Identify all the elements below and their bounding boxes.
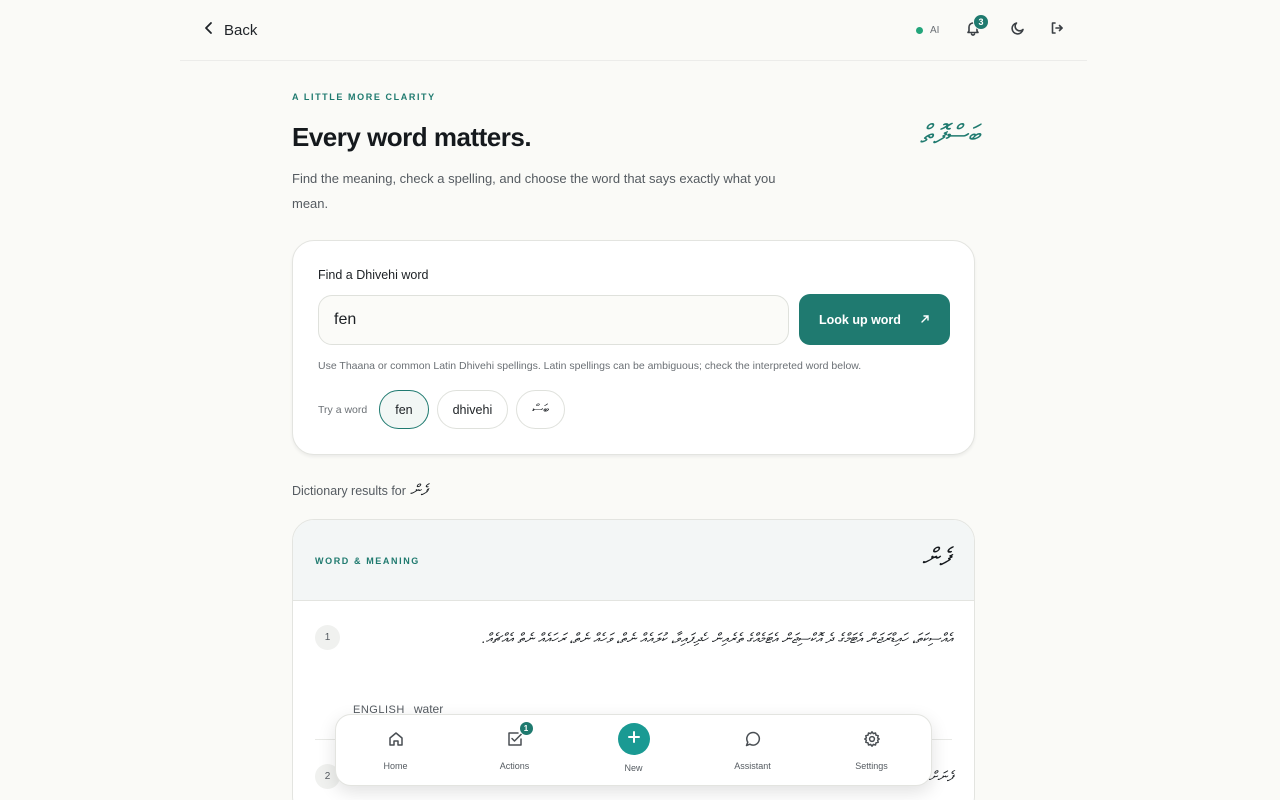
nav-actions-label: Actions	[499, 760, 530, 771]
try-word-label: Try a word	[318, 403, 368, 416]
ai-label: AI	[930, 24, 940, 36]
chevron-left-icon	[202, 21, 216, 39]
suggestion-chip-thaana[interactable]: ބަސް	[516, 390, 566, 429]
chat-bubble-icon	[744, 730, 762, 753]
hero-subtitle: Find the meaning, check a spelling, and …	[292, 171, 776, 211]
hero-thaana-title: ބަސްފޮތް	[920, 120, 980, 150]
nav-assistant[interactable]: Assistant	[713, 730, 793, 771]
nav-home-label: Home	[383, 760, 408, 771]
results-prefix: Dictionary results for	[292, 483, 406, 498]
nav-settings[interactable]: Settings	[832, 730, 912, 771]
logout-button[interactable]	[1045, 18, 1069, 42]
ai-status-dot	[916, 26, 923, 34]
nav-assistant-label: Assistant	[734, 760, 771, 771]
sense-definition: އެއްސިކަތަ، ހައިޑްރަޖަން އެޓަމްގެ ދެ އޮކ…	[481, 630, 953, 646]
new-button[interactable]	[617, 723, 650, 755]
back-label: Back	[224, 21, 258, 39]
hero-eyebrow: A LITTLE MORE CLARITY	[292, 92, 436, 102]
nav-settings-label: Settings	[855, 760, 888, 771]
suggestion-chip-dhivehi[interactable]: dhivehi	[436, 390, 509, 429]
bottom-navigation: Home 1 Actions New Assistant Settings	[335, 714, 932, 786]
search-input[interactable]	[318, 295, 789, 345]
moon-icon	[1010, 20, 1026, 41]
search-label: Find a Dhivehi word	[318, 268, 429, 282]
nav-actions[interactable]: 1 Actions	[475, 720, 555, 771]
result-eyebrow: WORD & MEANING	[315, 556, 420, 566]
plus-icon	[626, 729, 642, 750]
back-button[interactable]: Back	[202, 18, 257, 42]
search-hint: Use Thaana or common Latin Dhivehi spell…	[318, 360, 862, 372]
nav-home[interactable]: Home	[356, 730, 436, 771]
page-title: Every word matters.	[292, 122, 532, 152]
try-word-row: Try a word fen dhivehi ބަސް	[318, 390, 566, 429]
home-icon	[387, 730, 405, 753]
notifications-button[interactable]: 3	[961, 14, 989, 42]
look-up-word-label: Look up word	[819, 312, 901, 327]
top-bar: Back AI 3	[180, 0, 1087, 61]
arrow-up-right-icon	[920, 313, 930, 327]
nav-new-label: New	[624, 763, 643, 773]
search-card: Find a Dhivehi word Look up word Use Tha…	[292, 240, 975, 455]
sense-number: 1	[315, 625, 340, 650]
look-up-word-button[interactable]: Look up word	[799, 294, 950, 345]
actions-badge: 1	[518, 720, 534, 736]
suggestion-chip-fen[interactable]: fen	[379, 390, 429, 429]
nav-new[interactable]: New	[594, 723, 674, 773]
result-headword: ފެން	[922, 544, 950, 571]
gear-icon	[863, 730, 881, 753]
notification-badge: 3	[973, 14, 989, 30]
theme-toggle-button[interactable]	[1006, 18, 1030, 42]
logout-icon	[1049, 20, 1065, 41]
results-query-word: ފެން	[409, 482, 428, 499]
results-heading: Dictionary results for ފެން	[292, 482, 427, 499]
result-card-header: WORD & MEANING ފެން	[293, 520, 974, 601]
ai-status-indicator[interactable]: AI	[910, 19, 945, 41]
